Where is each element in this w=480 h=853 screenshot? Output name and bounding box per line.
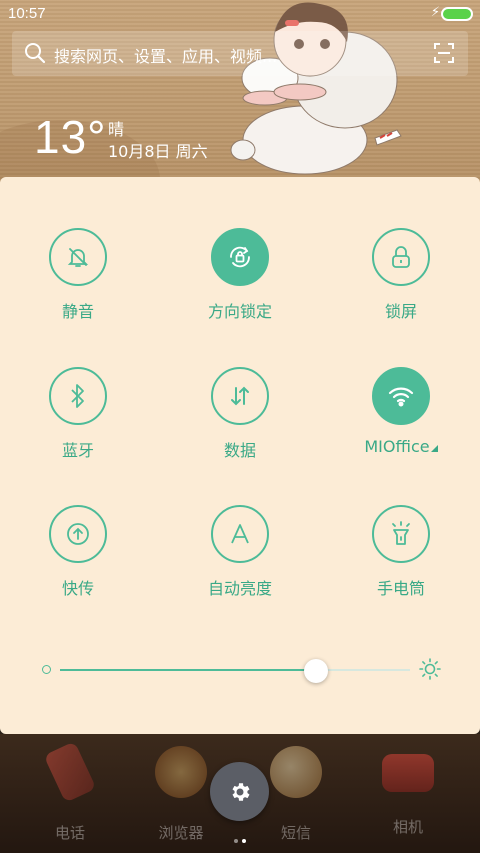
bluetooth-icon xyxy=(71,384,84,408)
brightness-slider[interactable] xyxy=(40,657,450,683)
brightness-fill xyxy=(60,669,316,671)
search-icon xyxy=(25,43,46,64)
tile-circle xyxy=(372,505,430,563)
scan-icon[interactable] xyxy=(434,43,454,63)
tile-auto-brightness[interactable]: 自动亮度 xyxy=(180,505,300,605)
brightness-thumb[interactable] xyxy=(303,659,328,683)
gear-icon xyxy=(232,782,249,801)
messages-app-icon xyxy=(270,746,322,798)
weather-temperature: 13° xyxy=(34,111,107,163)
tile-bluetooth[interactable]: 蓝牙 xyxy=(18,367,138,467)
tile-label: 自动亮度 xyxy=(207,579,272,598)
tile-lock-screen[interactable]: 锁屏 xyxy=(341,228,461,328)
tile-label: 静音 xyxy=(61,302,94,321)
battery-icon xyxy=(441,7,473,21)
tile-mobile-data[interactable]: 数据 xyxy=(180,367,300,467)
status-time: 10:57 xyxy=(8,5,46,22)
brightness-low-icon xyxy=(42,665,51,674)
bell-off-icon xyxy=(67,248,89,267)
tile-label: MIOffice xyxy=(321,437,480,456)
tile-wifi[interactable]: MIOffice xyxy=(341,367,461,467)
tile-label: 快传 xyxy=(61,579,94,598)
lock-icon xyxy=(392,246,410,268)
tile-circle xyxy=(372,228,430,286)
dock-app-label: 浏览器 xyxy=(158,824,204,842)
tile-circle xyxy=(49,505,107,563)
dock-app-label: 相机 xyxy=(392,818,423,836)
browser-app-icon xyxy=(155,746,207,798)
share-upload-icon xyxy=(67,523,89,545)
tile-label: 数据 xyxy=(223,441,256,460)
tile-quick-share[interactable]: 快传 xyxy=(18,505,138,605)
tile-circle xyxy=(211,228,269,286)
tile-circle xyxy=(211,505,269,563)
tile-flashlight[interactable]: 手电筒 xyxy=(341,505,461,605)
tile-mute[interactable]: 静音 xyxy=(18,228,138,328)
flashlight-icon xyxy=(392,521,410,545)
auto-brightness-icon xyxy=(231,524,249,544)
dock-app-label: 短信 xyxy=(280,824,311,842)
tile-label: 锁屏 xyxy=(384,302,417,321)
page-indicator xyxy=(232,828,248,847)
brightness-track[interactable] xyxy=(60,659,410,683)
dock-app-phone[interactable]: 电话 xyxy=(20,741,120,843)
wifi-expand-icon xyxy=(430,445,438,452)
data-arrows-icon xyxy=(231,386,249,406)
wifi-icon xyxy=(388,387,414,407)
brightness-high-icon xyxy=(419,658,441,680)
tile-circle xyxy=(372,367,430,425)
tile-label: 蓝牙 xyxy=(61,441,94,460)
wifi-network-name: MIOffice xyxy=(364,437,430,456)
weather-date: 10月8日 周六 xyxy=(108,142,208,161)
tile-circle xyxy=(211,367,269,425)
camera-app-icon xyxy=(382,754,434,792)
tile-circle xyxy=(49,367,107,425)
page-dot-active xyxy=(242,839,246,843)
charging-icon: ⚡ xyxy=(430,5,440,20)
tile-circle xyxy=(49,228,107,286)
status-bar: 10:57 ⚡ xyxy=(0,0,480,28)
tile-rotation-lock[interactable]: 方向锁定 xyxy=(180,228,300,328)
tile-label: 方向锁定 xyxy=(207,302,272,321)
tile-label: 手电筒 xyxy=(376,579,425,598)
search-placeholder: 搜索网页、设置、应用、视频... xyxy=(54,47,278,66)
weather-condition: 晴 xyxy=(108,120,125,139)
phone-app-icon xyxy=(43,741,97,803)
search-bar[interactable]: 搜索网页、设置、应用、视频... xyxy=(12,31,468,76)
rotation-lock-icon xyxy=(230,246,250,268)
dock-app-label: 电话 xyxy=(54,824,85,842)
page-dot xyxy=(234,839,238,843)
quick-settings-panel: 静音 方向锁定 锁屏 蓝牙 数据 MIOffice 快传 自动亮度 手电筒 xyxy=(0,177,480,734)
dock-app-camera[interactable]: 相机 xyxy=(358,746,458,837)
settings-button[interactable] xyxy=(210,762,269,821)
